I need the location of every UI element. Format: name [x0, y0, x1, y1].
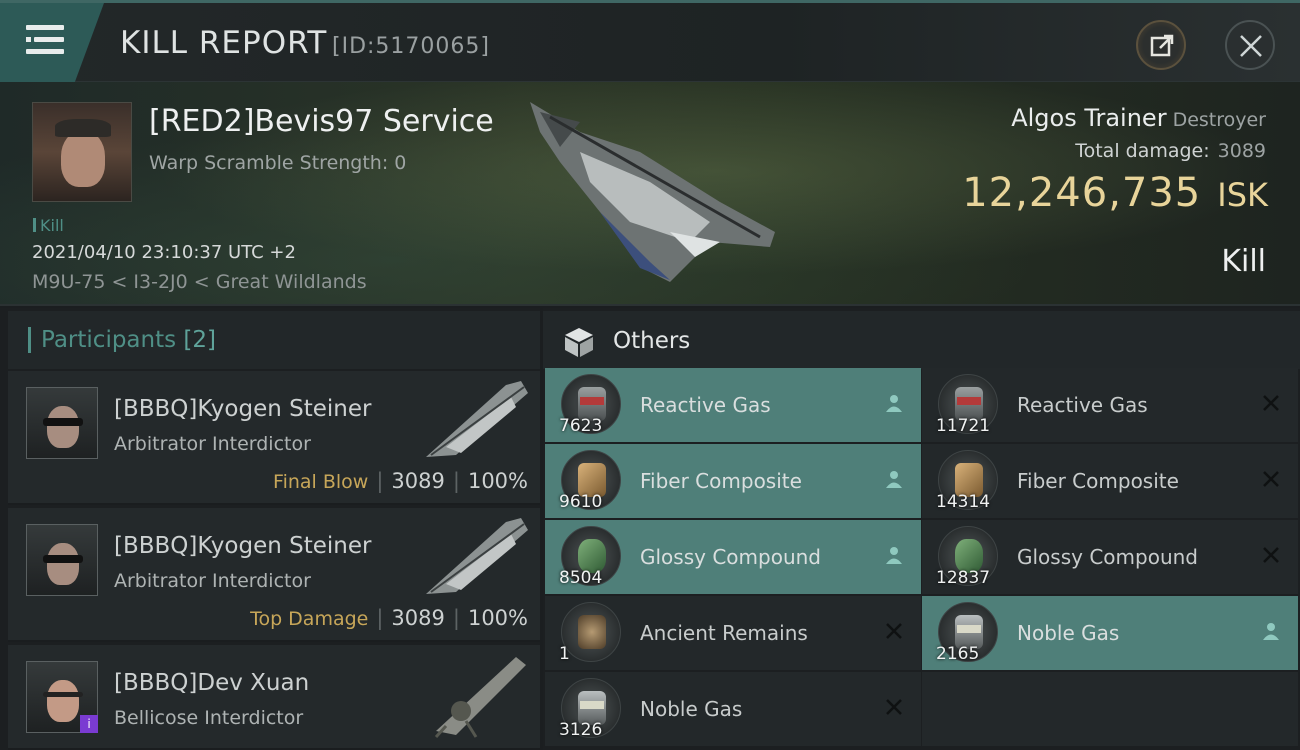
item-row[interactable]: 2165 Noble Gas: [922, 596, 1298, 670]
victim-ship-class: Destroyer: [1172, 109, 1266, 131]
empty-item-slot: [922, 672, 1298, 746]
kill-result: Kill: [1221, 244, 1266, 279]
participants-panel: Participants [2] [BBBQ]Kyogen Steiner Ar…: [0, 308, 540, 750]
participant-name: [BBBQ]Kyogen Steiner: [114, 533, 372, 559]
item-row[interactable]: 8504 Glossy Compound: [545, 520, 921, 594]
participant-name: [BBBQ]Kyogen Steiner: [114, 396, 372, 422]
item-quantity: 14314: [936, 492, 991, 512]
close-icon: [1240, 35, 1262, 57]
item-row[interactable]: 3126 Noble Gas: [545, 672, 921, 746]
title-bar: KILL REPORT [ID:5170065]: [0, 0, 1300, 82]
item-name: Fiber Composite: [1017, 469, 1179, 493]
item-name: Fiber Composite: [640, 469, 802, 493]
participant-row[interactable]: i [BBBQ]Dev Xuan Bellicose Interdictor: [8, 645, 540, 750]
person-icon: [1263, 623, 1279, 640]
destroyed-x-icon: [1263, 471, 1279, 487]
info-badge-icon: i: [80, 715, 98, 733]
item-quantity: 8504: [559, 568, 603, 588]
avatar[interactable]: [26, 524, 98, 596]
person-icon: [886, 395, 902, 412]
item-name: Glossy Compound: [640, 545, 821, 569]
item-name: Reactive Gas: [1017, 393, 1148, 417]
avatar[interactable]: [26, 387, 98, 459]
final-blow-label: Final Blow: [273, 471, 369, 493]
item-quantity: 3126: [559, 720, 603, 740]
participant-ship-image: [434, 657, 526, 739]
item-quantity: 7623: [559, 416, 603, 436]
person-icon: [886, 547, 902, 564]
victim-ship-name[interactable]: Algos Trainer Destroyer: [1011, 104, 1266, 132]
item-quantity: 9610: [559, 492, 603, 512]
victim-panel: [RED2]Bevis97 Service Warp Scramble Stre…: [0, 82, 1300, 306]
item-row[interactable]: 9610 Fiber Composite: [545, 444, 921, 518]
destroyed-x-icon: [1263, 547, 1279, 563]
kill-location[interactable]: M9U-75 < I3-2J0 < Great Wildlands: [32, 271, 367, 293]
item-name: Noble Gas: [640, 697, 743, 721]
external-link-icon: [1150, 34, 1174, 57]
item-quantity: 1: [559, 644, 570, 664]
item-row[interactable]: 7623 Reactive Gas: [545, 368, 921, 442]
item-row[interactable]: 12837 Glossy Compound: [922, 520, 1298, 594]
others-title: Others: [613, 328, 691, 354]
kill-timestamp: 2021/04/10 23:10:37 UTC +2: [32, 242, 296, 263]
participant-ship: Arbitrator Interdictor: [114, 433, 311, 455]
report-id: [ID:5170065]: [332, 34, 490, 59]
item-name: Ancient Remains: [640, 621, 808, 645]
cargo-box-icon: [565, 328, 593, 357]
share-button[interactable]: [1136, 20, 1186, 70]
destroyed-x-icon: [886, 699, 902, 715]
participants-title: Participants [2]: [41, 327, 217, 353]
kill-tag: Kill: [33, 216, 64, 235]
victim-name[interactable]: [RED2]Bevis97 Service: [149, 104, 494, 139]
item-row[interactable]: 11721 Reactive Gas: [922, 368, 1298, 442]
avatar[interactable]: i: [26, 661, 98, 733]
destroyed-x-icon: [886, 623, 902, 639]
top-damage-label: Top Damage: [250, 608, 369, 630]
close-button[interactable]: [1225, 20, 1275, 70]
person-icon: [886, 471, 902, 488]
participant-ship-image: [426, 518, 528, 594]
hamburger-menu-icon[interactable]: [26, 25, 64, 55]
others-panel: Others 7623 Reactive Gas 11721 Reactive …: [543, 308, 1300, 750]
total-damage: Total damage: 3089: [1075, 140, 1266, 162]
item-row[interactable]: 14314 Fiber Composite: [922, 444, 1298, 518]
isk-value: 12,246,735 ISK: [962, 170, 1268, 216]
item-name: Glossy Compound: [1017, 545, 1198, 569]
participant-ship-image: [426, 381, 528, 457]
item-name: Reactive Gas: [640, 393, 771, 417]
participant-stats: Final Blow | 3089 | 100%: [273, 469, 528, 493]
participant-stats: Top Damage | 3089 | 100%: [250, 606, 528, 630]
participant-row[interactable]: [BBBQ]Kyogen Steiner Arbitrator Interdic…: [8, 371, 540, 505]
item-quantity: 12837: [936, 568, 991, 588]
participant-row[interactable]: [BBBQ]Kyogen Steiner Arbitrator Interdic…: [8, 508, 540, 642]
participant-ship: Bellicose Interdictor: [114, 707, 304, 729]
window-title: KILL REPORT: [120, 25, 328, 61]
item-row[interactable]: 1 Ancient Remains: [545, 596, 921, 670]
victim-avatar[interactable]: [32, 102, 132, 202]
participant-name: [BBBQ]Dev Xuan: [114, 670, 310, 696]
warp-scramble-strength: Warp Scramble Strength: 0: [149, 152, 407, 174]
ancient-remains-icon: [561, 602, 621, 662]
destroyed-x-icon: [1263, 395, 1279, 411]
participant-ship: Arbitrator Interdictor: [114, 570, 311, 592]
item-name: Noble Gas: [1017, 621, 1120, 645]
participants-header[interactable]: Participants [2]: [8, 311, 540, 369]
item-quantity: 11721: [936, 416, 991, 436]
victim-ship-image[interactable]: [520, 92, 790, 297]
item-quantity: 2165: [936, 644, 980, 664]
others-header: Others: [543, 311, 1300, 369]
